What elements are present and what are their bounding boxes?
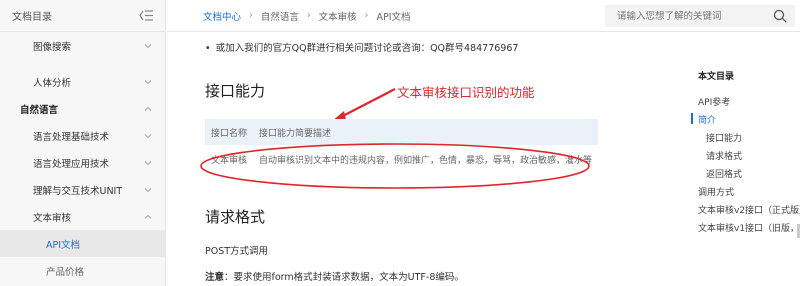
sidebar: 文档目录 图像搜索 人体分析 自然语言 语言处理基础技术 语言处理应用技术 理解… [0,0,166,286]
sidebar-item-nlp-basic[interactable]: 语言处理基础技术 [0,122,166,149]
breadcrumb-item-nlp[interactable]: 自然语言 [261,9,299,23]
chevron-down-icon [144,79,152,84]
sidebar-item-label: 语言处理应用技术 [33,158,110,170]
toc-item-v2-api[interactable]: 文本审核v2接口（正式版） [698,203,800,216]
section-heading-capabilities: 接口能力 [205,82,266,100]
sidebar-item-label: 产品价格 [46,266,85,278]
qq-group-bullet: 或加入我们的官方QQ群进行相关问题讨论或咨询：QQ群号484776967 [205,40,519,54]
toc-item-call-method[interactable]: 调用方式 [698,185,734,198]
search-input[interactable] [617,10,773,22]
sidebar-item-label: API文档 [46,239,81,251]
sidebar-item-image-search[interactable]: 图像搜索 [0,32,166,59]
toc-item-capabilities[interactable]: 接口能力 [706,131,742,144]
sidebar-item-nlp-application[interactable]: 语言处理应用技术 [0,149,166,176]
toc-active-indicator [691,113,693,124]
annotation-text: 文本审核接口识别的功能 [397,85,535,100]
toc-item-api-reference[interactable]: API参考 [698,95,730,108]
sidebar-item-unit[interactable]: 理解与交互技术UNIT [0,176,166,203]
note-text: 注意：要求使用form格式封装请求数据，文本为UTF-8编码。 [205,269,464,283]
sidebar-item-label: 文本审核 [33,212,72,224]
sidebar-item-text-review[interactable]: 文本审核 [0,203,166,230]
sidebar-item-label: 图像搜索 [33,41,72,53]
breadcrumb-item-text-review[interactable]: 文本审核 [319,9,357,23]
sidebar-item-label: 理解与交互技术UNIT [33,185,123,197]
chevron-up-icon [144,106,152,111]
chevron-up-icon [144,214,152,219]
breadcrumb-separator-icon: › [306,10,311,21]
breadcrumb: 文档中心 › 自然语言 › 文本审核 › API文档 [203,9,411,23]
topbar: 文档中心 › 自然语言 › 文本审核 › API文档 [167,0,800,32]
sidebar-item-pricing[interactable]: 产品价格 [0,257,166,284]
sidebar-title: 文档目录 [12,12,52,23]
sidebar-item-nlp[interactable]: 自然语言 [0,95,166,122]
toc-item-v1-api[interactable]: 文本审核v1接口（旧版， [698,221,799,234]
chevron-down-icon [144,43,152,48]
sidebar-nav: 图像搜索 人体分析 自然语言 语言处理基础技术 语言处理应用技术 理解与交互技术… [0,32,166,284]
search-icon[interactable] [773,9,787,23]
toc-item-intro[interactable]: 简介 [698,113,716,126]
sidebar-item-label: 自然语言 [20,104,59,116]
breadcrumb-separator-icon: › [249,10,253,21]
note-label: 注意 [205,272,225,283]
highlight-ellipse [200,143,590,189]
sidebar-item-label: 人体分析 [33,77,72,89]
toc-item-response-format[interactable]: 返回格式 [706,167,742,180]
breadcrumb-item-api-docs: API文档 [376,11,411,23]
sidebar-item-body-analysis[interactable]: 人体分析 [0,68,166,95]
post-method-text: POST方式调用 [205,246,269,257]
sidebar-item-api-docs[interactable]: API文档 [0,230,166,257]
sidebar-item-label: 语言处理基础技术 [33,131,110,143]
chevron-down-icon [144,133,152,138]
search-box [605,5,795,27]
collapse-sidebar-icon[interactable] [139,10,153,22]
breadcrumb-separator-icon: › [364,10,369,21]
toc-title: 本文目录 [698,72,735,82]
note-body: ：要求使用form格式封装请求数据，文本为UTF-8编码。 [224,272,464,283]
sidebar-header: 文档目录 [0,0,165,32]
breadcrumb-home-link[interactable]: 文档中心 [203,9,241,23]
section-heading-request-format: 请求格式 [205,208,266,226]
chevron-down-icon [144,187,152,192]
chevron-down-icon [144,160,152,165]
toc-item-request-format[interactable]: 请求格式 [706,149,742,162]
